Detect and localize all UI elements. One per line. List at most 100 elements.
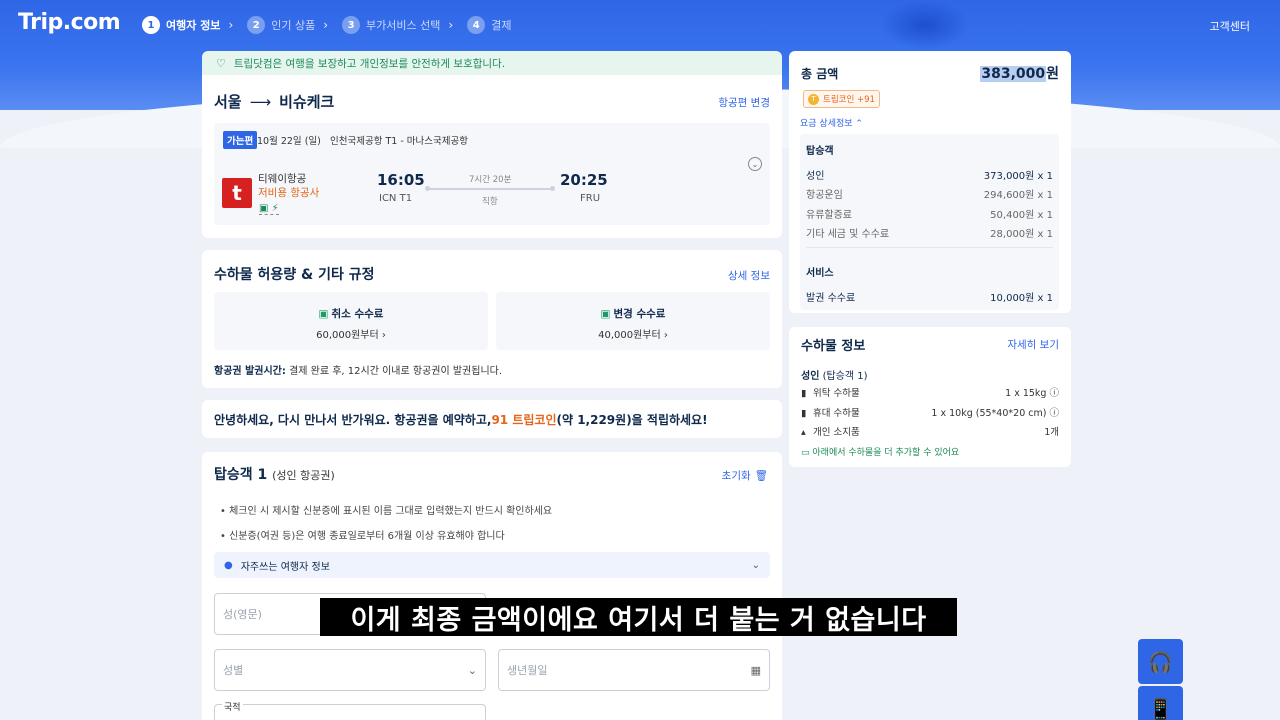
fare-value: 294,600원 x 1	[983, 190, 1053, 201]
departure-time: 16:05	[377, 171, 425, 189]
step-label: 부가서비스 선택	[366, 19, 441, 32]
baggage-info-card: 수하물 정보 자세히 보기 성인 (탑승객 1) ▮ 위탁 수하물 1 x 15kg…	[789, 327, 1071, 467]
coin-promo: 안녕하세요, 다시 만나서 반가워요. 항공권을 예약하고, 91 트립코인 (…	[202, 400, 782, 438]
divider	[806, 247, 1053, 248]
baggage-value: 1개	[1044, 427, 1059, 438]
add-baggage-text: 아래에서 수하물을 더 추가할 수 있어요	[812, 448, 960, 458]
airline-type: 저비용 항공사	[258, 187, 320, 199]
fare-row: 항공운임 294,600원 x 1	[806, 186, 1053, 201]
origin-city: 서울	[214, 93, 242, 111]
person-icon: ●	[224, 559, 233, 571]
fare-value: 373,000원 x 1	[983, 171, 1053, 182]
step-number: 1	[142, 16, 160, 34]
total-price: 383,000원	[980, 63, 1059, 83]
total-amount: 383,000	[980, 66, 1047, 82]
change-fee-value: 40,000원부터 ›	[598, 330, 668, 341]
reset-button[interactable]: 초기화 🗑	[722, 468, 768, 483]
departure-airport: ICN T1	[379, 193, 413, 204]
service-heading: 서비스	[806, 268, 834, 279]
total-label: 총 금액	[801, 67, 839, 81]
ticket-icon: ▣	[318, 308, 329, 320]
baggage-rules-title: 수하물 허용량 & 기타 규정	[214, 267, 375, 283]
arrival-time: 20:25	[560, 171, 608, 189]
chevron-right-icon: ›	[323, 18, 329, 32]
step-label: 여행자 정보	[166, 19, 221, 32]
baggage-icon: ▣	[259, 203, 269, 214]
nationality-select[interactable]	[214, 704, 486, 720]
passenger-title: 탑승객 1 (성인 항공권)	[214, 464, 335, 484]
step-4: 4 결제	[467, 16, 511, 34]
trip-coin-badge: T 트립코인 +91	[803, 90, 880, 108]
gender-placeholder: 성별	[223, 664, 244, 677]
chevron-down-icon: ⌄	[751, 559, 760, 571]
passenger-type: (성인 항공권)	[272, 469, 335, 482]
luggage-icon: ▭	[801, 448, 810, 458]
ticket-icon: ▣	[600, 308, 611, 320]
chevron-up-icon: ⌃	[855, 119, 863, 129]
baggage-value: 1 x 10kg (55*40*20 cm)	[931, 408, 1047, 419]
surname-placeholder: 성(영문)	[223, 608, 262, 621]
security-notice: ♡ 트립닷컴은 여행을 보장하고 개인정보를 안전하게 보호합니다.	[202, 51, 782, 75]
gender-select[interactable]: 성별 ⌄	[214, 649, 486, 691]
step-label: 결제	[491, 19, 512, 32]
fare-detail-label: 요금 상세정보	[800, 119, 853, 129]
coin-badge-label: 트립코인 +91	[823, 95, 875, 105]
step-number: 3	[342, 16, 361, 34]
info-icon[interactable]: ⓘ	[1049, 408, 1059, 419]
baggage-passenger: 성인 (탑승객 1)	[801, 367, 868, 382]
step-number: 4	[467, 16, 486, 34]
detail-info-link[interactable]: 상세 정보	[728, 268, 770, 283]
chevron-right-icon: ›	[228, 18, 234, 32]
service-row: 발권 수수료 10,000원 x 1	[806, 289, 1053, 304]
birthdate-placeholder: 생년월일	[507, 664, 548, 677]
fare-value: 28,000원 x 1	[990, 229, 1053, 240]
chevron-down-icon: ⌄	[467, 663, 477, 677]
passenger-card: 탑승객 1 (성인 항공권) 초기화 🗑 • 체크인 시 제시할 신분증에 표시된…	[202, 452, 782, 720]
ticketing-time: 항공권 발권시간: 결제 완료 후, 12시간 이내로 항공권이 발권됩니다.	[214, 362, 502, 377]
arrow-right-icon: ⟶	[249, 93, 272, 111]
airline-logo: t	[222, 178, 252, 208]
customer-service-link[interactable]: 고객센터	[1210, 18, 1250, 34]
ticketing-label: 항공권 발권시간:	[214, 366, 286, 377]
booking-steps: 1 여행자 정보 › 2 인기 상품 › 3 부가서비스 선택 › 4 결제	[142, 16, 525, 34]
see-more-link[interactable]: 자세히 보기	[1007, 337, 1059, 352]
birthdate-field[interactable]: 생년월일 ▦	[498, 649, 770, 691]
cancel-fee-box[interactable]: ▣ 취소 수수료 60,000원부터 ›	[214, 292, 488, 350]
arrival-airport: FRU	[580, 193, 601, 204]
baggage-label: 개인 소지품	[813, 427, 860, 438]
baggage-label: 휴대 수하물	[813, 408, 860, 419]
fare-detail-toggle[interactable]: 요금 상세정보 ⌃	[800, 116, 863, 129]
info-icon[interactable]: ⓘ	[1049, 388, 1059, 399]
top-nav: Trip.com 1 여행자 정보 › 2 인기 상품 › 3 부가서비스 선택…	[0, 0, 1280, 52]
baggage-row: ▮ 위탁 수하물 1 x 15kg ⓘ	[801, 385, 1059, 399]
flight-airports: 인천국제공항 T1 - 마나스국제공항	[330, 136, 468, 147]
change-fee-box[interactable]: ▣ 변경 수수료 40,000원부터 ›	[496, 292, 770, 350]
fare-label: 성인	[806, 171, 825, 182]
destination-city: 비슈케크	[279, 93, 335, 111]
currency-unit: 원	[1046, 66, 1059, 82]
headset-support-button[interactable]: 🎧	[1138, 639, 1183, 684]
trip-logo[interactable]: Trip.com	[18, 10, 121, 35]
chevron-down-icon[interactable]: ⌄	[748, 157, 762, 171]
flight-card: 서울 ⟶ 비슈케크 항공편 변경 가는편 10월 22일 (일) 인천국제공항 T1…	[202, 75, 782, 238]
carry-on-icon: ▮	[801, 408, 807, 419]
app-download-button[interactable]: 📱	[1138, 686, 1183, 720]
promo-coin: 91 트립코인	[491, 412, 557, 427]
add-baggage-hint[interactable]: ▭ 아래에서 수하물을 더 추가할 수 있어요	[801, 445, 959, 458]
airline-name: 티웨이항공	[258, 173, 307, 185]
service-value: 10,000원 x 1	[990, 293, 1053, 304]
service-label: 발권 수수료	[806, 293, 856, 304]
cancel-fee-value: 60,000원부터 ›	[316, 330, 386, 341]
baggage-pax-num: (탑승객 1)	[819, 371, 868, 382]
baggage-row: ▴ 개인 소지품 1개	[801, 424, 1059, 438]
trash-icon: 🗑	[754, 470, 768, 482]
change-flight-link[interactable]: 항공편 변경	[718, 95, 770, 110]
fare-row: 성인 373,000원 x 1	[806, 167, 1053, 182]
promo-text: 안녕하세요, 다시 만나서 반가워요. 항공권을 예약하고,	[214, 412, 492, 427]
amenities[interactable]: ▣ ⚡	[259, 203, 279, 215]
power-icon: ⚡	[271, 203, 279, 214]
price-summary: 총 금액 383,000원 T 트립코인 +91 요금 상세정보 ⌃ 탑승객 성인…	[789, 51, 1071, 313]
baggage-value: 1 x 15kg	[1005, 388, 1047, 399]
frequent-traveler-dropdown[interactable]: ● 자주쓰는 여행자 정보 ⌄	[214, 552, 770, 578]
coin-icon: T	[808, 93, 819, 105]
